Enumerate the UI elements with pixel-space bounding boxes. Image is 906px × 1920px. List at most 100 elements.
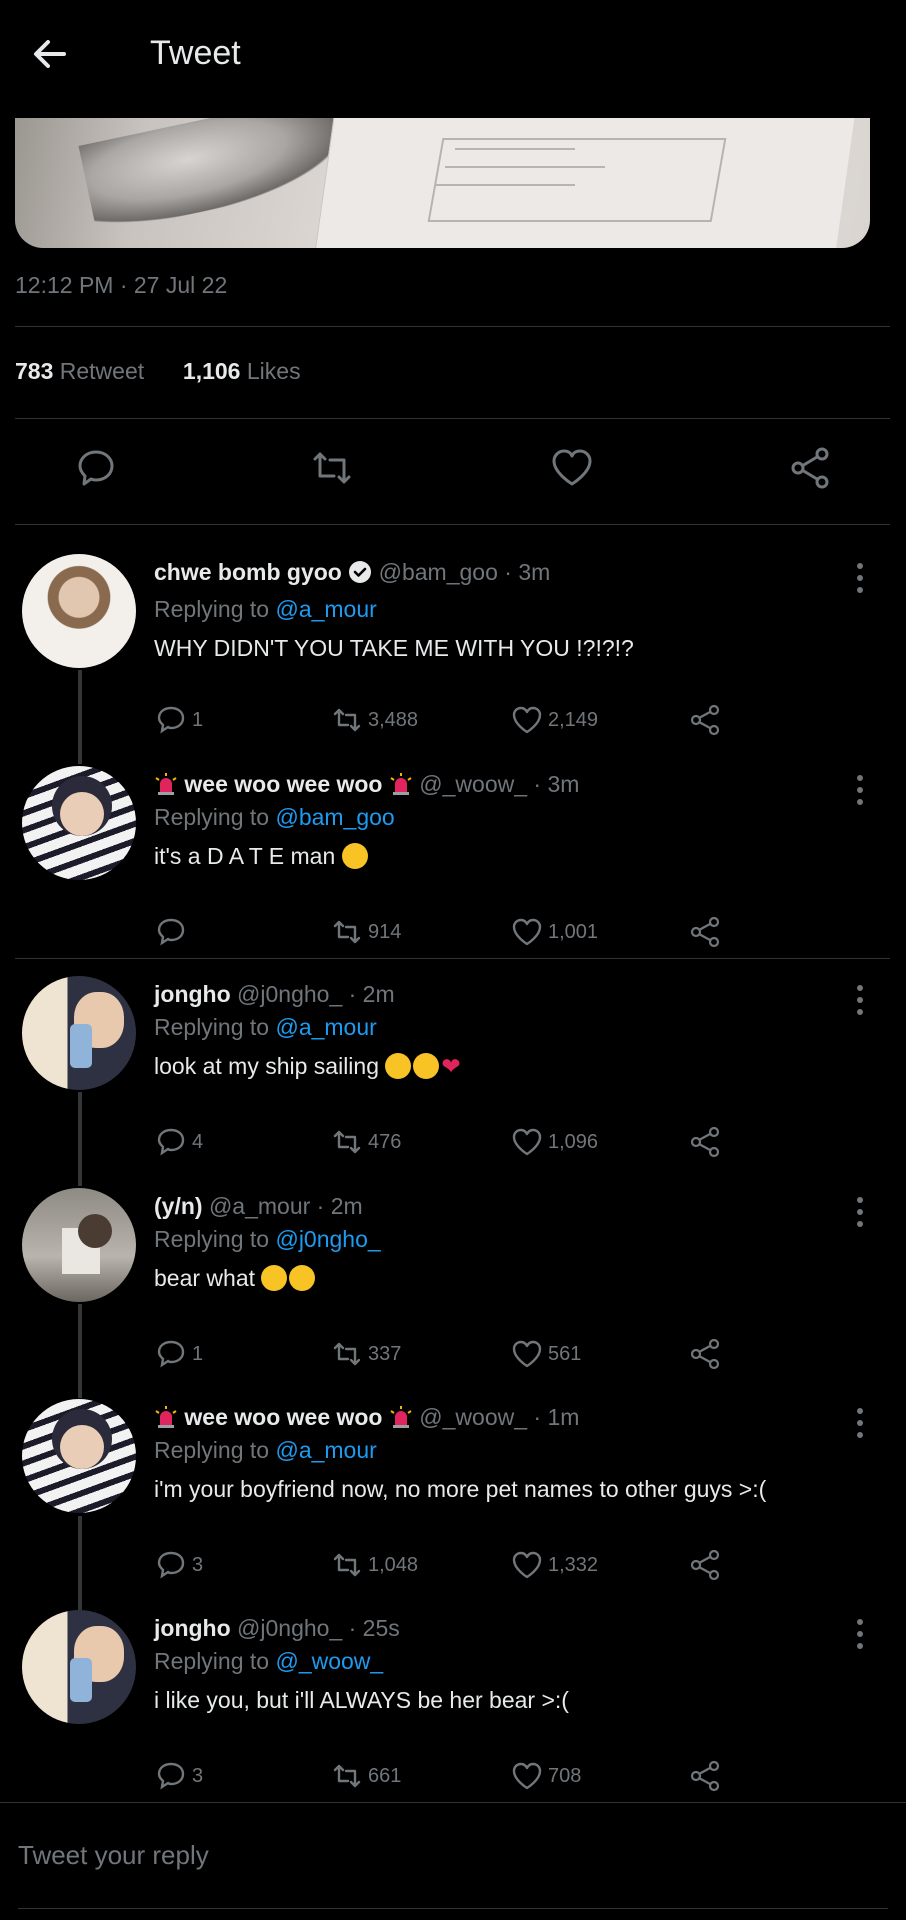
reply-button[interactable]: 3: [154, 1545, 203, 1585]
more-icon[interactable]: [850, 980, 870, 1020]
siren-icon: [154, 772, 178, 796]
like-button[interactable]: 708: [510, 1756, 581, 1796]
replying-to: Replying to @a_mour: [154, 1437, 377, 1463]
reply-tweet[interactable]: wee woo wee woo @_woow_ · 1m Replying to…: [0, 1381, 906, 1591]
replying-to-link[interactable]: @a_mour: [275, 1437, 376, 1463]
retweet-button[interactable]: 914: [330, 912, 401, 952]
retweet-icon: [333, 1342, 361, 1366]
share-button[interactable]: [688, 1756, 722, 1796]
reply-button[interactable]: [154, 912, 192, 952]
more-icon[interactable]: [850, 770, 870, 810]
more-icon[interactable]: [850, 1614, 870, 1654]
back-arrow-icon[interactable]: [28, 32, 72, 76]
tweet-timestamp: 12:12 PM · 27 Jul 22: [15, 272, 228, 298]
avatar[interactable]: [22, 1610, 136, 1724]
retweet-button[interactable]: 661: [330, 1756, 401, 1796]
display-name[interactable]: jongho: [154, 981, 231, 1007]
like-count: 708: [548, 1764, 582, 1787]
handle-time[interactable]: @j0ngho_ · 2m: [237, 981, 395, 1007]
handle-time[interactable]: @bam_goo · 3m: [379, 559, 551, 585]
reply-button[interactable]: 4: [154, 1122, 203, 1162]
retweet-icon[interactable]: [308, 444, 356, 492]
heart-icon: [512, 1551, 542, 1579]
replying-to-link[interactable]: @a_mour: [275, 596, 376, 622]
like-button[interactable]: 1,001: [510, 912, 598, 952]
retweet-count: 661: [368, 1764, 402, 1787]
display-name[interactable]: chwe bomb gyoo: [154, 559, 342, 585]
replying-to: Replying to @a_mour: [154, 596, 377, 622]
tweet-stats: 783 Retweet 1,106 Likes: [15, 358, 301, 385]
reply-tweet[interactable]: jongho @j0ngho_ · 25s Replying to @_woow…: [0, 1592, 906, 1802]
replying-to: Replying to @j0ngho_: [154, 1226, 381, 1252]
tweet-text: i'm your boyfriend now, no more pet name…: [154, 1476, 767, 1502]
likes-count[interactable]: 1,106: [183, 358, 241, 384]
avatar[interactable]: [22, 554, 136, 668]
like-button[interactable]: 2,149: [510, 700, 598, 740]
tweet-text: look at my ship sailing ❤: [154, 1053, 461, 1079]
retweet-count[interactable]: 783: [15, 358, 53, 384]
tweet-media-image[interactable]: [15, 118, 870, 248]
share-icon[interactable]: [786, 444, 834, 492]
crying-face-emoji-icon: [261, 1265, 288, 1291]
handle-time[interactable]: @j0ngho_ · 25s: [237, 1615, 400, 1641]
handle-time[interactable]: @_woow_ · 3m: [419, 771, 579, 797]
like-count: 2,149: [548, 708, 599, 731]
reply-icon: [157, 706, 185, 734]
page-title: Tweet: [150, 34, 241, 72]
handle-time[interactable]: @a_mour · 2m: [209, 1193, 363, 1219]
reply-compose-box[interactable]: Tweet your reply: [0, 1800, 906, 1920]
tweet-text: i like you, but i'll ALWAYS be her bear …: [154, 1687, 569, 1713]
share-button[interactable]: [688, 1334, 722, 1374]
display-name[interactable]: (y/n): [154, 1193, 203, 1219]
reply-tweet[interactable]: (y/n) @a_mour · 2m Replying to @j0ngho_ …: [0, 1170, 906, 1380]
verified-icon: [348, 560, 372, 592]
reply-icon[interactable]: [72, 444, 120, 492]
replying-to: Replying to @bam_goo: [154, 804, 395, 830]
retweet-button[interactable]: 337: [330, 1334, 401, 1374]
eye-roll-emoji-icon: [341, 843, 368, 869]
reply-tweet[interactable]: chwe bomb gyoo @bam_goo · 3m Replying to…: [0, 536, 906, 746]
reply-input[interactable]: Tweet your reply: [18, 1840, 209, 1871]
likes-label[interactable]: Likes: [247, 358, 301, 384]
share-icon: [690, 916, 720, 948]
reply-icon: [157, 1128, 185, 1156]
avatar[interactable]: [22, 766, 136, 880]
retweet-button[interactable]: 476: [330, 1122, 401, 1162]
share-button[interactable]: [688, 700, 722, 740]
divider: [15, 418, 890, 419]
avatar[interactable]: [22, 976, 136, 1090]
more-icon[interactable]: [850, 1192, 870, 1232]
main-action-bar: [0, 430, 906, 510]
like-button[interactable]: 1,332: [510, 1545, 598, 1585]
share-button[interactable]: [688, 912, 722, 952]
replying-to-link[interactable]: @bam_goo: [275, 804, 394, 830]
replying-to-link[interactable]: @j0ngho_: [275, 1226, 380, 1252]
display-name[interactable]: jongho: [154, 1615, 231, 1641]
replying-to-link[interactable]: @a_mour: [275, 1014, 376, 1040]
retweet-button[interactable]: 3,488: [330, 700, 418, 740]
reply-count: 1: [192, 1342, 204, 1365]
retweet-label[interactable]: Retweet: [60, 358, 144, 384]
heart-icon[interactable]: [548, 444, 596, 492]
display-name[interactable]: wee woo wee woo: [184, 771, 382, 797]
reply-tweet[interactable]: wee woo wee woo @_woow_ · 3m Replying to…: [0, 748, 906, 958]
reply-button[interactable]: 3: [154, 1756, 203, 1796]
display-name[interactable]: wee woo wee woo: [184, 1404, 382, 1430]
like-button[interactable]: 561: [510, 1334, 581, 1374]
replying-to-link[interactable]: @_woow_: [275, 1648, 383, 1674]
reply-tweet[interactable]: jongho @j0ngho_ · 2m Replying to @a_mour…: [0, 958, 906, 1168]
more-icon[interactable]: [850, 558, 870, 598]
handle-time[interactable]: @_woow_ · 1m: [419, 1404, 579, 1430]
avatar[interactable]: [22, 1399, 136, 1513]
share-button[interactable]: [688, 1122, 722, 1162]
like-button[interactable]: 1,096: [510, 1122, 598, 1162]
share-button[interactable]: [688, 1545, 722, 1585]
avatar[interactable]: [22, 1188, 136, 1302]
reply-button[interactable]: 1: [154, 1334, 203, 1374]
retweet-button[interactable]: 1,048: [330, 1545, 418, 1585]
share-icon: [690, 1549, 720, 1581]
like-count: 1,096: [548, 1130, 599, 1153]
heart-icon: [512, 1762, 542, 1790]
more-icon[interactable]: [850, 1403, 870, 1443]
reply-button[interactable]: 1: [154, 700, 203, 740]
